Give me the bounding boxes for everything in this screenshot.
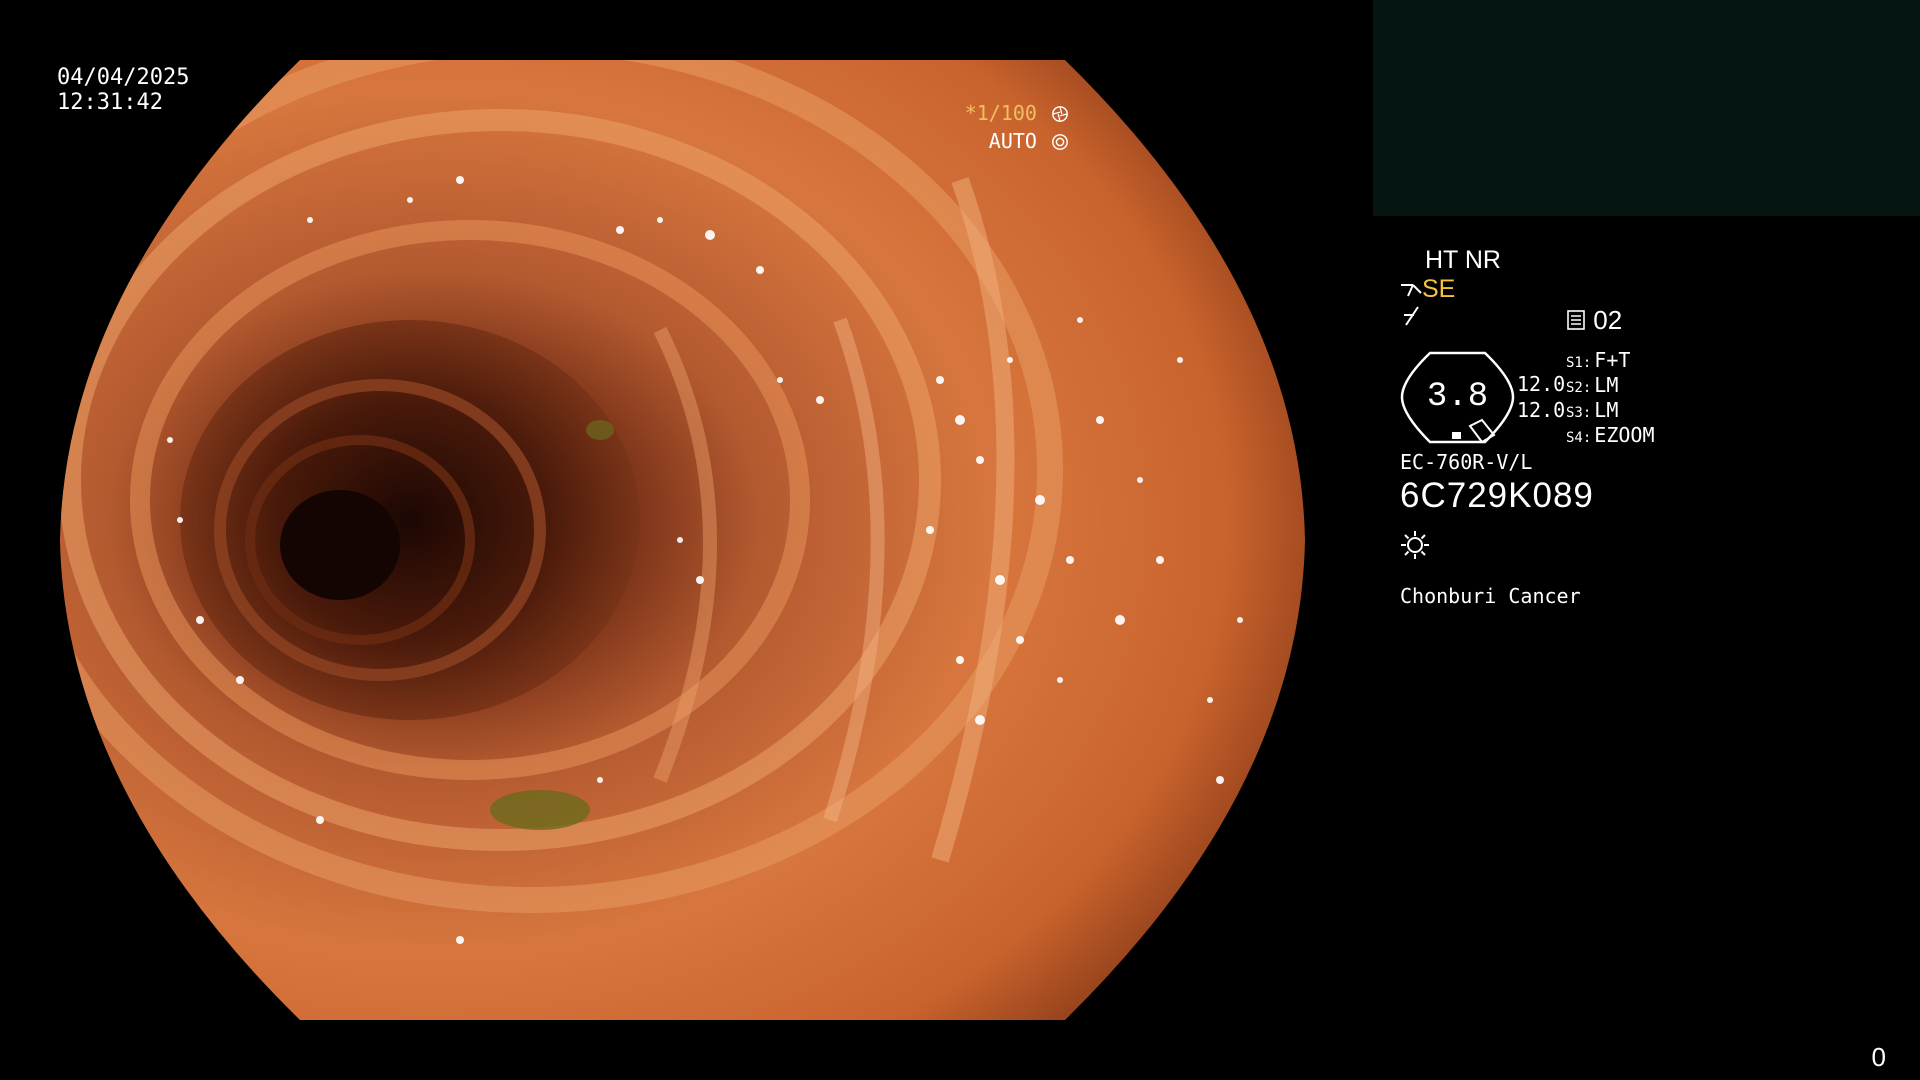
scope-model: EC-760R-V/L: [1400, 450, 1533, 474]
switch-s2: S2: LM: [1566, 375, 1618, 395]
switch-key: S2:: [1566, 380, 1592, 396]
structure-mode: SE: [1400, 277, 1455, 302]
exam-date: 04/04/2025: [57, 65, 190, 90]
structure-mode-icon: [1401, 284, 1422, 297]
iris-mode-value: AUTO: [988, 129, 1037, 153]
switch-value: F+T: [1594, 348, 1631, 372]
memory-icon: [1567, 310, 1585, 330]
gauge-bottom-value: 12.0: [1517, 398, 1566, 422]
switch-s4: S4: EZOOM: [1566, 425, 1655, 445]
edge-icon: [1402, 305, 1422, 331]
shutter-speed: *1/100: [965, 103, 1069, 123]
switch-value: EZOOM: [1594, 423, 1655, 447]
switch-value: LM: [1594, 398, 1619, 422]
iris-mode: AUTO: [989, 131, 1069, 151]
switch-s1: S1: F+T: [1566, 350, 1630, 370]
switch-value: LM: [1594, 373, 1619, 397]
gauge-top-value: 12.0: [1517, 372, 1566, 396]
exam-time: 12:31:42: [57, 90, 163, 115]
enhancement-mode: HT NR: [1425, 246, 1501, 274]
insertion-gauge: 3.8: [1400, 350, 1515, 445]
institution-name: Chonburi Cancer: [1400, 584, 1581, 608]
light-source-icon: [1400, 530, 1430, 560]
structure-mode-value: SE: [1422, 275, 1456, 303]
switch-key: S4:: [1566, 430, 1592, 446]
switch-key: S3:: [1566, 405, 1592, 421]
switch-s3: S3: LM: [1566, 400, 1618, 420]
shutter-speed-value: *1/100: [964, 101, 1037, 125]
auto-exposure-icon: [1052, 134, 1068, 150]
switch-key: S1:: [1566, 355, 1592, 371]
gauge-value: 3.8: [1426, 378, 1489, 416]
iris-icon: [1052, 106, 1068, 122]
scope-serial: 6C729K089: [1400, 476, 1594, 515]
memory-slot: 02: [1566, 307, 1622, 333]
memory-slot-value: 02: [1593, 305, 1623, 335]
thumbnail-panel: [1373, 0, 1920, 216]
endoscope-image: [60, 60, 1305, 1020]
image-counter: 0: [1871, 1042, 1886, 1072]
